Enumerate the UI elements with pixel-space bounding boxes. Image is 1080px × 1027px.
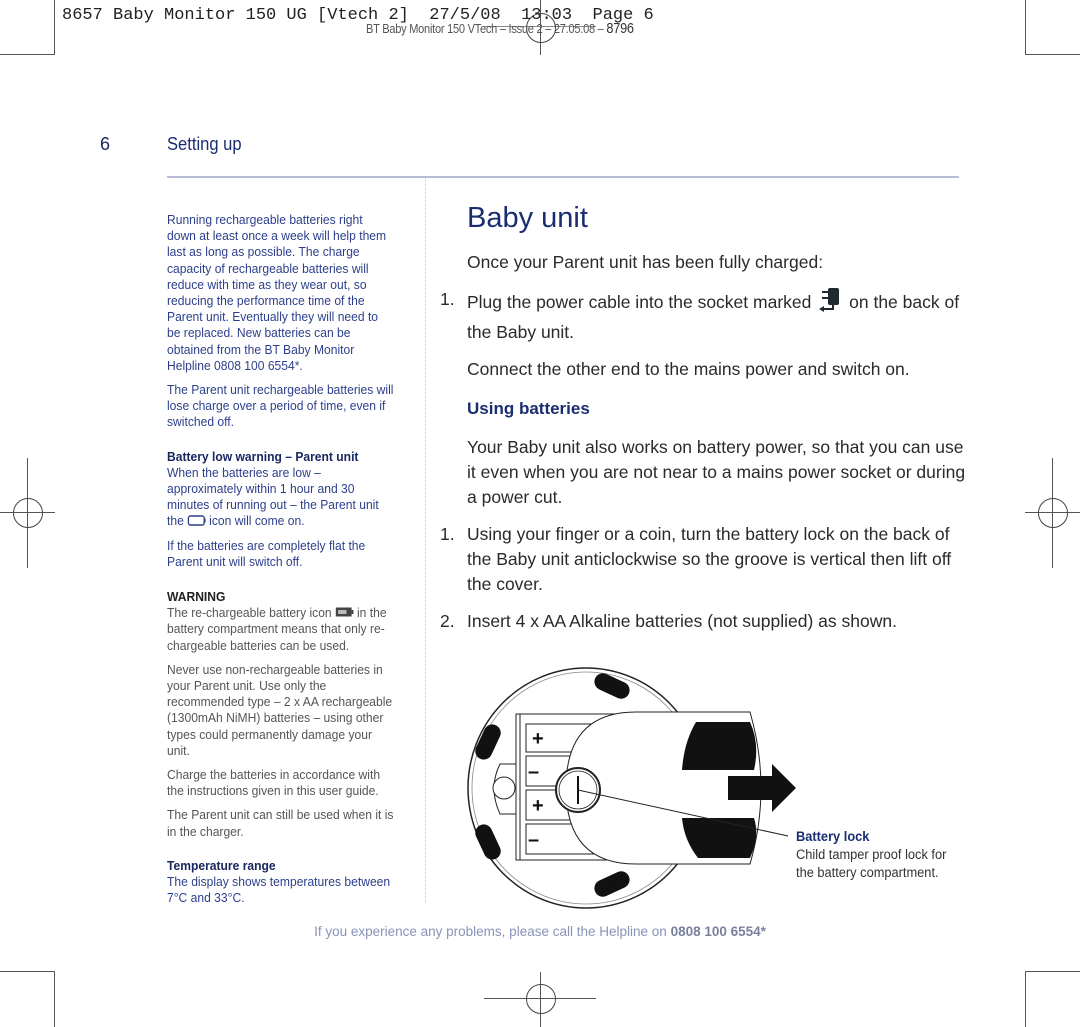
document-issue-slug: BT Baby Monitor 150 VTech – Issue 2 – 27… [366,20,634,37]
battery-flat-text: If the batteries are completely flat the… [167,538,366,570]
page-number: 6 [100,134,111,154]
document-code: 8796 [606,20,634,37]
crop-mark-bottom-right-v [1025,971,1026,1027]
footer-phone: 0808 100 6554* [670,924,766,939]
battery-low-heading: Battery low warning – Parent unit [167,448,359,464]
page-heading: Baby unit [467,202,588,234]
connect-mains-text: Connect the other end to the mains power… [467,359,910,379]
crop-mark-bottom-left-h [0,971,55,972]
rechargeable-battery-icon [335,605,354,621]
sidebar-notes: Running rechargeable batteries right dow… [167,212,394,914]
polarity-minus-2: – [528,829,539,851]
document-issue-text: BT Baby Monitor 150 VTech – Issue 2 – 27… [366,21,604,36]
battery-step: 1. Using your finger or a coin, turn the… [440,522,967,597]
step-number: 2. [440,611,455,631]
battery-step: 2. Insert 4 x AA Alkaline batteries (not… [440,609,967,634]
battery-empty-icon [187,514,206,530]
step-text-part1: Plug the power cable into the socket mar… [467,292,812,313]
battery-compartment-diagram: + – + – [467,667,796,909]
intro-text: Once your Parent unit has been fully cha… [467,252,824,272]
temperature-text: The display shows temperatures between 7… [167,874,391,906]
crop-mark-top-left-v [54,0,55,55]
power-step: 1. Plug the power cable into the socket … [440,287,967,345]
power-adapter-icon [816,287,844,320]
step-number: 1. [440,524,455,544]
warning-text: The re-chargeable battery icon in the ba… [167,605,394,654]
sidebar-battery-maintenance-text: Running rechargeable batteries right dow… [167,212,387,373]
callout-heading: Battery lock [796,829,870,844]
polarity-plus-1: + [532,728,544,750]
charge-instructions-text: Charge the batteries in accordance with … [167,767,381,799]
crop-mark-top-right-v [1025,0,1026,55]
warning-text-part1: The re-chargeable battery icon [167,604,332,620]
callout-text: Child tamper proof lock for the battery … [796,847,947,880]
batteries-intro-text: Your Baby unit also works on battery pow… [467,437,966,507]
crop-mark-top-left-h [0,54,55,55]
helpline-footer: If you experience any problems, please c… [0,924,1080,939]
using-batteries-heading: Using batteries [467,399,590,418]
header-rule [167,176,959,178]
column-divider [425,178,426,903]
power-steps-list: 1. Plug the power cable into the socket … [440,287,967,345]
crop-mark-bottom-right-h [1025,971,1080,972]
step-text: Insert 4 x AA Alkaline batteries (not su… [467,611,897,631]
temperature-heading: Temperature range [167,857,276,873]
battery-low-text: When the batteries are low – approximate… [167,465,394,530]
step-number: 1. [440,289,455,309]
crop-mark-top-right-h [1025,54,1080,55]
footer-text: If you experience any problems, please c… [314,924,667,939]
warning-heading: WARNING [167,588,226,604]
sidebar-charge-loss-text: The Parent unit rechargeable batteries w… [167,382,394,430]
main-content: Baby unit Once your Parent unit has been… [440,198,967,646]
crop-mark-bottom-left-v [54,971,55,1027]
never-use-text: Never use non-rechargeable batteries in … [167,661,393,758]
battery-lock-callout: Battery lock Child tamper proof lock for… [796,828,958,882]
polarity-plus-2: + [532,795,544,817]
charger-use-text: The Parent unit can still be used when i… [167,807,394,839]
battery-low-text-part2: icon will come on. [209,513,305,529]
section-title: Setting up [167,134,242,154]
polarity-minus-1: – [528,761,539,783]
battery-steps-list: 1. Using your finger or a coin, turn the… [440,522,967,634]
step-text: Using your finger or a coin, turn the ba… [467,524,952,594]
